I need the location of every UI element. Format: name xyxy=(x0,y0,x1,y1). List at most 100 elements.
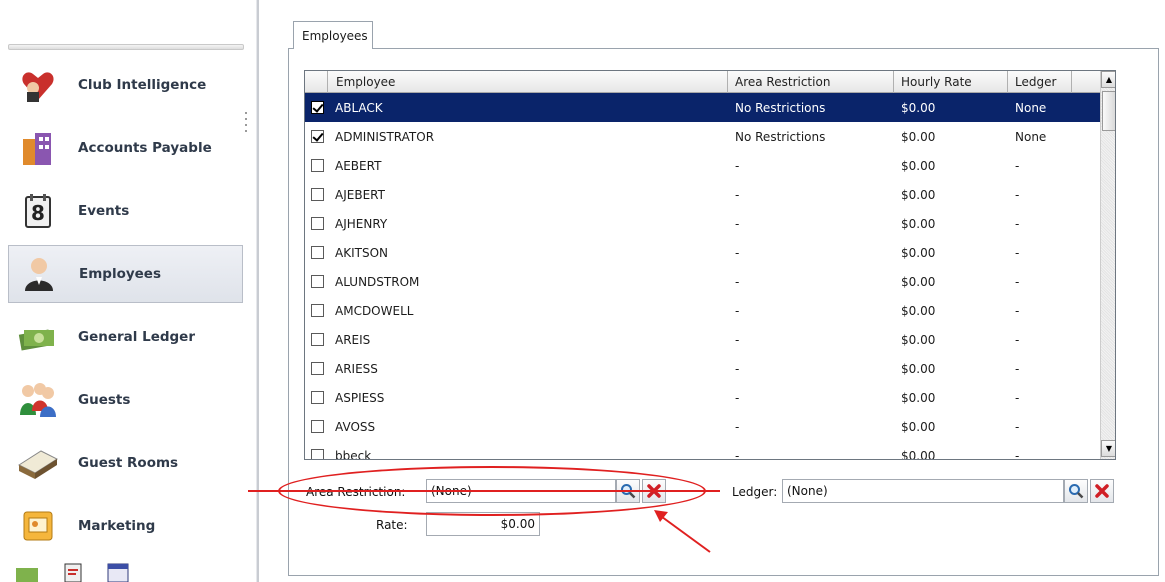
area-restriction-cell: No Restrictions xyxy=(735,101,826,115)
row-checkbox[interactable] xyxy=(311,275,324,288)
ledger-clear-button[interactable] xyxy=(1090,479,1114,503)
sidebar-splitter[interactable] xyxy=(256,0,259,582)
scroll-thumb[interactable] xyxy=(1102,91,1115,131)
sidebar-item-label: Guest Rooms xyxy=(78,455,179,471)
scroll-up-button[interactable]: ▲ xyxy=(1101,71,1115,88)
grid-vertical-scrollbar[interactable]: ▲ ▼ xyxy=(1100,71,1115,459)
hourly-rate-cell: $0.00 xyxy=(901,159,936,173)
grid-header: Employee Area Restriction Hourly Rate Le… xyxy=(305,71,1100,93)
sidebar: Club Intelligence Accounts Payable 8 Eve… xyxy=(0,0,258,582)
calendar-small-icon[interactable] xyxy=(106,562,130,582)
row-checkbox[interactable] xyxy=(311,130,324,143)
ledger-cell: None xyxy=(1015,101,1047,115)
scroll-down-button[interactable]: ▼ xyxy=(1101,440,1115,457)
ledger-cell: - xyxy=(1015,275,1020,289)
employee-cell: AEBERT xyxy=(335,159,382,173)
row-checkbox[interactable] xyxy=(311,333,324,346)
column-header-employee[interactable]: Employee xyxy=(336,75,395,89)
area-restriction-cell: - xyxy=(735,362,740,376)
row-checkbox[interactable] xyxy=(311,246,324,259)
ledger-label: Ledger: xyxy=(732,485,778,499)
sidebar-item-accounts-payable[interactable]: Accounts Payable xyxy=(8,119,243,177)
ledger-cell: - xyxy=(1015,159,1020,173)
calendar-icon: 8 xyxy=(16,191,60,231)
sidebar-collapse-bar[interactable] xyxy=(8,44,244,50)
heart-person-icon xyxy=(16,65,60,105)
sidebar-item-guests[interactable]: Guests xyxy=(8,371,243,429)
employee-cell: AJHENRY xyxy=(335,217,388,231)
resize-grip[interactable] xyxy=(244,112,248,136)
table-row[interactable]: AREIS - $0.00 - xyxy=(305,325,1100,354)
sidebar-item-general-ledger[interactable]: General Ledger xyxy=(8,308,243,366)
ledger-cell: - xyxy=(1015,391,1020,405)
tab-employees[interactable]: Employees xyxy=(293,21,373,49)
employee-grid: Employee Area Restriction Hourly Rate Le… xyxy=(304,70,1116,460)
column-header-ledger[interactable]: Ledger xyxy=(1015,75,1056,89)
table-row[interactable]: AJEBERT - $0.00 - xyxy=(305,180,1100,209)
table-row[interactable]: ADMINISTRATOR No Restrictions $0.00 None xyxy=(305,122,1100,151)
row-checkbox[interactable] xyxy=(311,304,324,317)
table-row[interactable]: ARIESS - $0.00 - xyxy=(305,354,1100,383)
row-checkbox[interactable] xyxy=(311,159,324,172)
employee-cell: AVOSS xyxy=(335,420,376,434)
table-row[interactable]: AMCDOWELL - $0.00 - xyxy=(305,296,1100,325)
table-row[interactable]: AVOSS - $0.00 - xyxy=(305,412,1100,441)
ledger-cell: - xyxy=(1015,420,1020,434)
area-restriction-cell: - xyxy=(735,188,740,202)
area-restriction-cell: - xyxy=(735,391,740,405)
sidebar-item-events[interactable]: 8 Events xyxy=(8,182,243,240)
table-row[interactable]: ALUNDSTROM - $0.00 - xyxy=(305,267,1100,296)
sidebar-item-label: Marketing xyxy=(78,518,156,534)
ledger-cell: - xyxy=(1015,304,1020,318)
row-checkbox[interactable] xyxy=(311,362,324,375)
report-small-icon[interactable] xyxy=(62,562,84,582)
row-checkbox[interactable] xyxy=(311,420,324,433)
row-checkbox[interactable] xyxy=(311,449,324,459)
column-header-hourly-rate[interactable]: Hourly Rate xyxy=(901,75,972,89)
row-checkbox[interactable] xyxy=(311,188,324,201)
rate-label: Rate: xyxy=(376,518,408,532)
search-icon xyxy=(1069,484,1084,499)
clear-icon xyxy=(1095,484,1109,498)
column-header-area-restriction[interactable]: Area Restriction xyxy=(735,75,830,89)
annotation-arrow xyxy=(654,510,711,553)
area-restriction-cell: No Restrictions xyxy=(735,130,826,144)
hourly-rate-cell: $0.00 xyxy=(901,391,936,405)
sidebar-item-label: Guests xyxy=(78,392,131,408)
hourly-rate-cell: $0.00 xyxy=(901,246,936,260)
marketing-icon xyxy=(16,506,60,546)
table-row[interactable]: AEBERT - $0.00 - xyxy=(305,151,1100,180)
table-row[interactable]: AJHENRY - $0.00 - xyxy=(305,209,1100,238)
employee-cell: AREIS xyxy=(335,333,371,347)
employee-cell: ARIESS xyxy=(335,362,378,376)
ledger-cell: - xyxy=(1015,362,1020,376)
employee-cell: AKITSON xyxy=(335,246,388,260)
table-row[interactable]: bbeck - $0.00 - xyxy=(305,441,1100,460)
row-checkbox[interactable] xyxy=(311,217,324,230)
row-checkbox[interactable] xyxy=(311,391,324,404)
hourly-rate-cell: $0.00 xyxy=(901,217,936,231)
sidebar-item-employees[interactable]: Employees xyxy=(8,245,243,303)
area-restriction-cell: - xyxy=(735,449,740,460)
employee-cell: bbeck xyxy=(335,449,372,460)
hourly-rate-cell: $0.00 xyxy=(901,130,936,144)
table-row[interactable]: AKITSON - $0.00 - xyxy=(305,238,1100,267)
ledger-field[interactable]: (None) xyxy=(782,479,1064,503)
table-row[interactable]: ABLACK No Restrictions $0.00 None xyxy=(305,93,1100,122)
area-restriction-cell: - xyxy=(735,333,740,347)
sidebar-item-guest-rooms[interactable]: Guest Rooms xyxy=(8,434,243,492)
ledger-cell: - xyxy=(1015,217,1020,231)
money-small-icon[interactable] xyxy=(14,562,40,582)
sidebar-item-club-intelligence[interactable]: Club Intelligence xyxy=(8,56,243,114)
ledger-cell: - xyxy=(1015,246,1020,260)
ledger-cell: None xyxy=(1015,130,1047,144)
row-checkbox[interactable] xyxy=(311,101,324,114)
ledger-search-button[interactable] xyxy=(1064,479,1088,503)
table-row[interactable]: ASPIESS - $0.00 - xyxy=(305,383,1100,412)
hourly-rate-cell: $0.00 xyxy=(901,420,936,434)
area-restriction-cell: - xyxy=(735,420,740,434)
svg-text:8: 8 xyxy=(31,201,45,225)
hourly-rate-cell: $0.00 xyxy=(901,362,936,376)
hourly-rate-cell: $0.00 xyxy=(901,304,936,318)
sidebar-item-marketing[interactable]: Marketing xyxy=(8,497,243,555)
